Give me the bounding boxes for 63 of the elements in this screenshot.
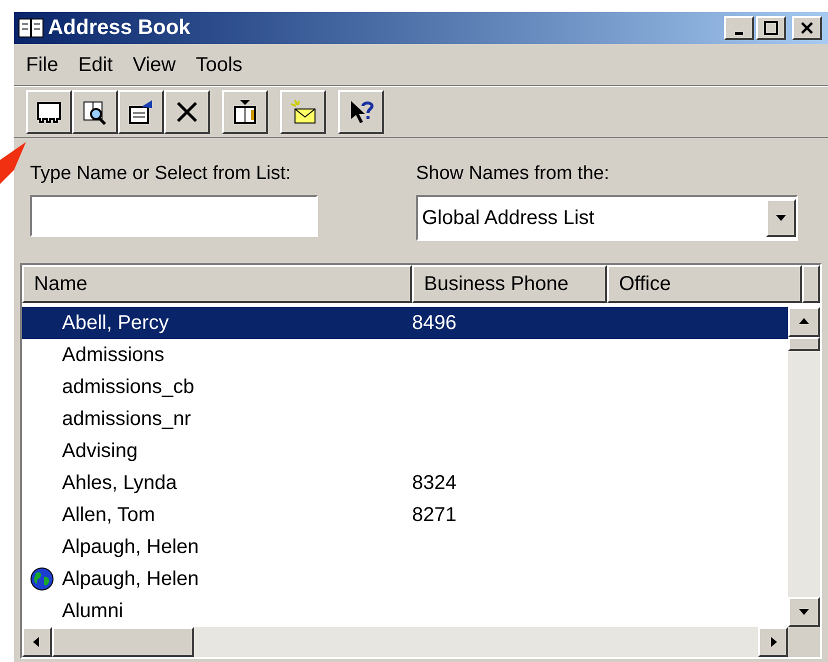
dropdown-arrow-button[interactable] xyxy=(766,198,796,236)
scroll-left-button[interactable] xyxy=(22,626,52,656)
minimize-icon xyxy=(735,32,743,34)
address-book-icon xyxy=(231,98,259,126)
name-cell-text: Advising xyxy=(62,438,139,464)
toolbar-button[interactable] xyxy=(118,90,164,134)
scroll-up-button[interactable] xyxy=(788,306,820,336)
source-label: Show Names from the: xyxy=(416,162,610,186)
search-label: Type Name or Select from List: xyxy=(30,162,292,186)
scroll-down-button[interactable] xyxy=(788,596,820,626)
scroll-right-button[interactable] xyxy=(758,626,788,656)
toolbar-button[interactable] xyxy=(164,90,210,134)
column-header[interactable]: Name xyxy=(22,264,412,302)
maximize-icon xyxy=(764,21,778,35)
list-row[interactable]: Alpaugh, Helen xyxy=(22,562,788,594)
toolbar-button[interactable] xyxy=(26,90,72,134)
book-icon xyxy=(18,17,44,39)
name-cell-text: Alumni xyxy=(62,598,124,624)
toolbar-button[interactable] xyxy=(222,90,268,134)
properties-icon xyxy=(127,98,155,126)
list-row[interactable]: Alumni xyxy=(22,594,788,626)
menu-item[interactable]: Edit xyxy=(70,50,121,80)
horizontal-scroll-thumb[interactable] xyxy=(52,626,194,656)
minimize-button[interactable] xyxy=(724,16,754,40)
phone-cell-text: 8496 xyxy=(412,310,458,336)
toolbar-button[interactable] xyxy=(72,90,118,134)
list-row[interactable]: admissions_cb xyxy=(22,370,788,402)
list-row[interactable]: Ahles, Lynda 8324 xyxy=(22,466,788,498)
list-row[interactable]: Advising xyxy=(22,434,788,466)
name-cell-text: admissions_cb xyxy=(62,374,196,400)
scroll-thumb[interactable] xyxy=(788,336,820,350)
dropdown-value: Global Address List xyxy=(421,206,596,230)
name-cell-text: Admissions xyxy=(62,342,166,368)
name-cell-text: Allen, Tom xyxy=(62,502,156,528)
menu-item[interactable]: Tools xyxy=(188,50,250,80)
phone-cell-text: 8271 xyxy=(412,502,458,528)
globe-icon xyxy=(30,566,54,590)
list-row[interactable]: admissions_nr xyxy=(22,402,788,434)
close-icon xyxy=(800,21,814,35)
address-list-dropdown[interactable]: Global Address List xyxy=(416,194,798,240)
menu-item[interactable]: File xyxy=(18,50,66,80)
name-cell-text: Alpaugh, Helen xyxy=(62,534,200,560)
list-row[interactable]: Admissions xyxy=(22,338,788,370)
toolbar-button[interactable] xyxy=(338,90,384,134)
scrollbar-corner xyxy=(788,626,820,656)
name-cell-text: admissions_nr xyxy=(62,406,192,432)
phone-cell-text: 8324 xyxy=(412,470,458,496)
name-cell-text: Abell, Percy xyxy=(62,310,170,336)
menu-item[interactable]: View xyxy=(124,50,184,80)
column-header[interactable]: Business Phone xyxy=(412,264,607,302)
column-header[interactable]: Office xyxy=(607,264,802,302)
new-mail-icon xyxy=(289,98,317,126)
annotation-arrow xyxy=(0,140,26,184)
list-row[interactable]: Allen, Tom 8271 xyxy=(22,498,788,530)
name-input-field[interactable] xyxy=(30,194,318,236)
list-row[interactable]: Alpaugh, Helen xyxy=(22,530,788,562)
window-title: Address Book xyxy=(48,15,190,42)
close-button[interactable] xyxy=(792,16,822,40)
list-row[interactable]: Abell, Percy 8496 xyxy=(22,306,788,338)
toolbar-button[interactable] xyxy=(280,90,326,134)
name-cell-text: Alpaugh, Helen xyxy=(62,566,200,592)
name-cell-text: Ahles, Lynda xyxy=(62,470,178,496)
maximize-button[interactable] xyxy=(756,16,786,40)
